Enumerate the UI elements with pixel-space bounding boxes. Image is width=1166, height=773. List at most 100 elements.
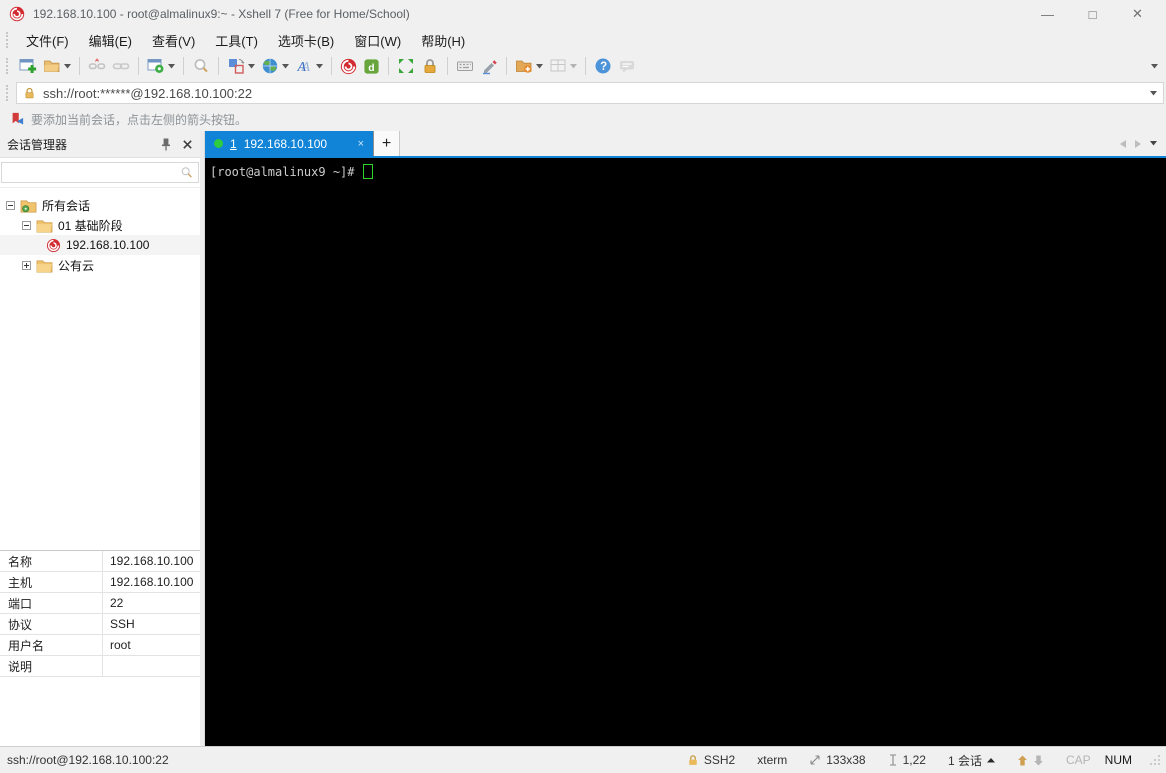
open-session-button[interactable] (40, 54, 74, 78)
scroll-down-icon[interactable] (1033, 755, 1044, 766)
xftp-icon: d (364, 58, 379, 73)
status-protocol-label: SSH2 (703, 753, 736, 767)
dropdown-arrow-icon (1150, 90, 1157, 95)
compose-layout-button[interactable] (224, 54, 258, 78)
addressbar-gripper[interactable] (6, 85, 11, 101)
menu-bar: 文件(F) 编辑(E) 查看(V) 工具(T) 选项卡(B) 窗口(W) 帮助(… (0, 28, 1166, 52)
dropdown-arrow-icon (168, 63, 175, 68)
tree-label: 所有会话 (42, 198, 91, 213)
screen-size-icon (810, 755, 820, 765)
session-manager-panel: 会话管理器 所有会话 01 基础阶段 192.168.10.100 公有云 名称… (0, 131, 200, 747)
xshell-window: 192.168.10.100 - root@almalinux9:~ - Xsh… (0, 0, 1166, 773)
find-button[interactable] (189, 54, 213, 78)
toolbar-separator (138, 57, 139, 75)
window-controls: — □ ✕ (1025, 0, 1166, 28)
close-button[interactable]: ✕ (1115, 0, 1160, 28)
session-properties-table: 名称 192.168.10.100 主机 192.168.10.100 端口 2… (0, 550, 200, 677)
status-session-count-label: 1 会话 (947, 753, 982, 768)
disconnect-button[interactable] (85, 54, 109, 78)
address-bar: ssh://root:******@192.168.10.100:22 (0, 80, 1166, 106)
menu-file[interactable]: 文件(F) (16, 28, 79, 53)
scroll-up-icon[interactable] (1017, 755, 1028, 766)
toolbar-separator (79, 57, 80, 75)
lock-icon (424, 59, 436, 73)
status-protocol[interactable]: SSH2 (676, 753, 746, 767)
tab-list-dropdown-icon[interactable] (1150, 141, 1157, 146)
lock-screen-button[interactable] (418, 54, 442, 78)
minimize-button[interactable]: — (1025, 0, 1070, 28)
toolbar-gripper[interactable] (6, 58, 11, 74)
tab-bar: 1 192.168.10.100 × + (205, 131, 1166, 158)
menu-tools[interactable]: 工具(T) (205, 28, 268, 53)
new-tab-button[interactable]: + (373, 131, 400, 156)
collapse-expander-icon[interactable] (6, 200, 15, 210)
tab-label: 192.168.10.100 (243, 136, 328, 151)
svg-text:A: A (297, 60, 307, 75)
toolbar: A A d ? (0, 52, 1166, 80)
tree-item-all-sessions[interactable]: 所有会话 (0, 195, 200, 215)
session-properties-button[interactable] (144, 54, 178, 78)
status-session-count[interactable]: 1 会话 (937, 752, 1006, 769)
help-button[interactable]: ? (591, 54, 615, 78)
xshell-logo-icon (9, 6, 25, 22)
scroll-tabs-right-icon[interactable] (1135, 139, 1141, 148)
tree-item-stage-folder[interactable]: 01 基础阶段 (0, 215, 200, 235)
terminal-prompt-line: [root@almalinux9 ~]# (210, 164, 1161, 179)
session-manager-title: 会话管理器 (7, 137, 68, 152)
resize-grip-icon (1150, 755, 1160, 765)
toolbar-separator (183, 57, 184, 75)
close-panel-button[interactable] (182, 139, 193, 150)
menu-edit[interactable]: 编辑(E) (79, 28, 142, 53)
pin-panel-button[interactable] (160, 138, 172, 151)
menu-window[interactable]: 窗口(W) (344, 28, 411, 53)
sidebar-bottom-spacer (0, 677, 200, 747)
virtual-keyboard-button[interactable] (453, 54, 477, 78)
fullscreen-button[interactable] (394, 54, 418, 78)
tree-item-session-192-168-10-100[interactable]: 192.168.10.100 (0, 235, 200, 255)
collapse-expander-icon[interactable] (22, 220, 31, 230)
feedback-button[interactable] (615, 54, 639, 78)
font-icon: A A (297, 60, 311, 75)
resize-grip[interactable] (1143, 754, 1163, 766)
expand-expander-icon[interactable] (22, 260, 31, 270)
session-search-input[interactable] (1, 162, 199, 183)
toolbar-overflow-button[interactable] (1151, 63, 1166, 69)
xshell-button[interactable] (337, 54, 360, 78)
dropdown-arrow-icon (316, 63, 323, 68)
maximize-button[interactable]: □ (1070, 0, 1115, 28)
status-terminal-type[interactable]: xterm (746, 753, 798, 767)
font-button[interactable]: A A (292, 54, 326, 78)
tab-session-192-168-10-100[interactable]: 1 192.168.10.100 × (205, 131, 373, 156)
toolbar-separator (447, 57, 448, 75)
status-screen-size[interactable]: 133x38 (798, 753, 876, 767)
toolbar-separator (388, 57, 389, 75)
highlight-button[interactable] (477, 54, 501, 78)
tree-item-public-cloud-folder[interactable]: 公有云 (0, 255, 200, 275)
connected-status-dot-icon (214, 139, 223, 148)
terminal-screen[interactable]: [root@almalinux9 ~]# (205, 158, 1166, 747)
encoding-button[interactable] (258, 54, 292, 78)
address-field[interactable]: ssh://root:******@192.168.10.100:22 (16, 82, 1164, 104)
toolbar-separator (585, 57, 586, 75)
address-dropdown-button[interactable] (1150, 90, 1157, 96)
reconnect-icon (112, 63, 130, 70)
property-value: 192.168.10.100 (110, 554, 194, 568)
scroll-tabs-left-icon[interactable] (1120, 139, 1126, 148)
tree-label: 公有云 (58, 258, 95, 273)
terminal-prompt: [root@almalinux9 ~]# (210, 164, 355, 179)
menubar-gripper[interactable] (6, 32, 11, 48)
status-cursor-position[interactable]: 1,22 (877, 753, 937, 767)
menu-help[interactable]: 帮助(H) (411, 28, 475, 53)
menu-view[interactable]: 查看(V) (142, 28, 205, 53)
highlighter-icon (483, 60, 497, 75)
new-session-button[interactable] (16, 54, 40, 78)
menu-tabs[interactable]: 选项卡(B) (268, 28, 344, 53)
tile-windows-button[interactable] (546, 54, 580, 78)
new-folder-button[interactable] (512, 54, 546, 78)
xftp-button[interactable]: d (360, 54, 383, 78)
tab-close-button[interactable]: × (358, 138, 364, 150)
content-area: 1 192.168.10.100 × + [root@almalinux9 ~]… (205, 131, 1166, 747)
status-terminal-type-label: xterm (757, 753, 788, 767)
reconnect-button[interactable] (109, 54, 133, 78)
pin-icon (162, 138, 170, 150)
